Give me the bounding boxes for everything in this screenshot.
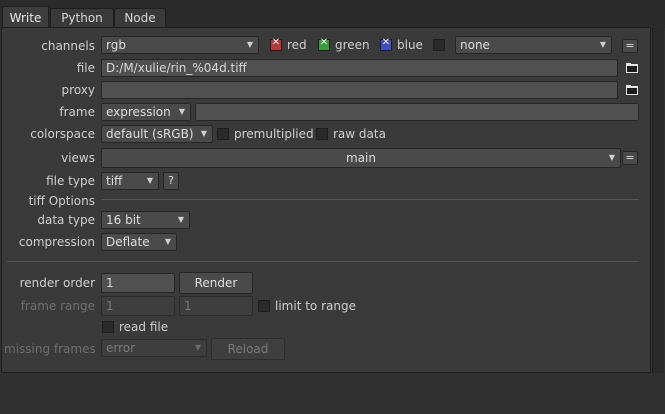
chevron-down-icon: ▼ [608,153,615,162]
premultiplied-label: premultiplied [234,127,314,141]
check-icon: ✕ [381,37,391,48]
tab-node-label: Node [124,11,156,25]
missing-frames-value: error [106,341,136,355]
colorspace-label: colorspace [30,127,95,141]
proxy-label: proxy [61,83,95,97]
red-checkbox[interactable]: ✕ [270,37,282,51]
file-type-dropdown[interactable]: tiff ▼ [101,172,159,190]
read-file-label: read file [119,320,169,334]
bottom-area [0,373,665,414]
missing-frames-dropdown[interactable]: error ▼ [101,339,207,357]
premultiplied-checkbox[interactable] [217,128,229,140]
tab-python[interactable]: Python [50,8,114,27]
write-properties-panel [1,27,651,373]
help-button[interactable]: ? [163,172,179,190]
views-label: views [61,151,95,165]
folder-icon[interactable] [626,84,638,96]
equals-icon: = [625,39,635,52]
views-dropdown[interactable]: main ▼ [101,148,621,168]
compression-dropdown[interactable]: Deflate ▼ [101,233,177,251]
frame-label: frame [59,105,95,119]
frame-mode-dropdown[interactable]: expression ▼ [101,103,191,121]
extra-channel-dropdown[interactable]: none ▼ [455,36,612,54]
folder-icon[interactable] [626,62,638,74]
views-value: main [346,151,376,165]
data-type-label: data type [37,213,95,227]
red-label: red [287,38,307,52]
file-label: file [76,61,95,75]
frame-mode-value: expression [106,105,171,119]
blue-label: blue [397,38,423,52]
reload-button[interactable]: Reload [211,338,285,360]
raw-data-label: raw data [333,127,386,141]
missing-frames-label: missing frames [4,342,96,356]
section-divider [7,261,639,262]
blue-checkbox[interactable]: ✕ [380,37,392,51]
render-order-label: render order [19,276,95,290]
tab-write-label: Write [9,11,42,25]
data-type-value: 16 bit [106,213,141,227]
data-type-dropdown[interactable]: 16 bit ▼ [101,211,190,229]
colorspace-dropdown[interactable]: default (sRGB) ▼ [101,125,213,143]
limit-to-range-checkbox[interactable] [258,300,270,312]
file-type-value: tiff [106,174,123,188]
green-label: green [335,38,370,52]
chevron-down-icon: ▼ [194,343,201,352]
limit-to-range-label: limit to range [275,299,356,313]
equals-icon: = [625,151,635,164]
green-checkbox[interactable]: ✕ [318,37,330,51]
frame-expression-input[interactable] [195,103,639,121]
colorspace-value: default (sRGB) [106,127,194,141]
chevron-down-icon: ▼ [599,40,606,49]
chevron-down-icon: ▼ [178,107,185,116]
views-link-button[interactable]: = [622,151,638,165]
tab-python-label: Python [61,11,103,25]
render-button[interactable]: Render [179,272,253,294]
tab-node[interactable]: Node [114,8,166,27]
file-type-label: file type [46,174,95,188]
check-icon: ✕ [319,37,329,48]
chevron-down-icon: ▼ [146,176,153,185]
channels-link-button[interactable]: = [622,39,638,53]
chevron-down-icon: ▼ [200,129,207,138]
chevron-down-icon: ▼ [246,40,253,49]
tab-bar: Write Python Node [0,0,665,28]
tiff-options-divider [101,199,639,200]
channels-dropdown[interactable]: rgb ▼ [101,36,259,54]
frame-range-start-input[interactable]: 1 [101,296,175,316]
vertical-scrollbar[interactable] [652,27,664,373]
compression-label: compression [18,235,95,249]
tab-write[interactable]: Write [2,6,49,28]
render-button-label: Render [194,276,238,290]
raw-data-checkbox[interactable] [316,128,328,140]
proxy-input[interactable] [101,81,618,99]
file-input[interactable]: D:/M/xulie/rin_%04d.tiff [101,59,618,77]
help-icon: ? [168,174,174,187]
frame-range-label: frame range [20,299,95,313]
render-order-input[interactable]: 1 [101,273,175,293]
chevron-down-icon: ▼ [164,237,171,246]
reload-button-label: Reload [227,342,269,356]
tiff-options-label: tiff Options [28,194,95,208]
read-file-checkbox[interactable] [102,321,114,333]
alpha-checkbox[interactable] [433,39,445,51]
chevron-down-icon: ▼ [177,215,184,224]
frame-range-end-input[interactable]: 1 [179,296,253,316]
check-icon: ✕ [271,37,281,48]
channels-value: rgb [106,38,126,52]
extra-channel-value: none [460,38,490,52]
compression-value: Deflate [106,235,150,249]
channels-label: channels [41,39,95,53]
